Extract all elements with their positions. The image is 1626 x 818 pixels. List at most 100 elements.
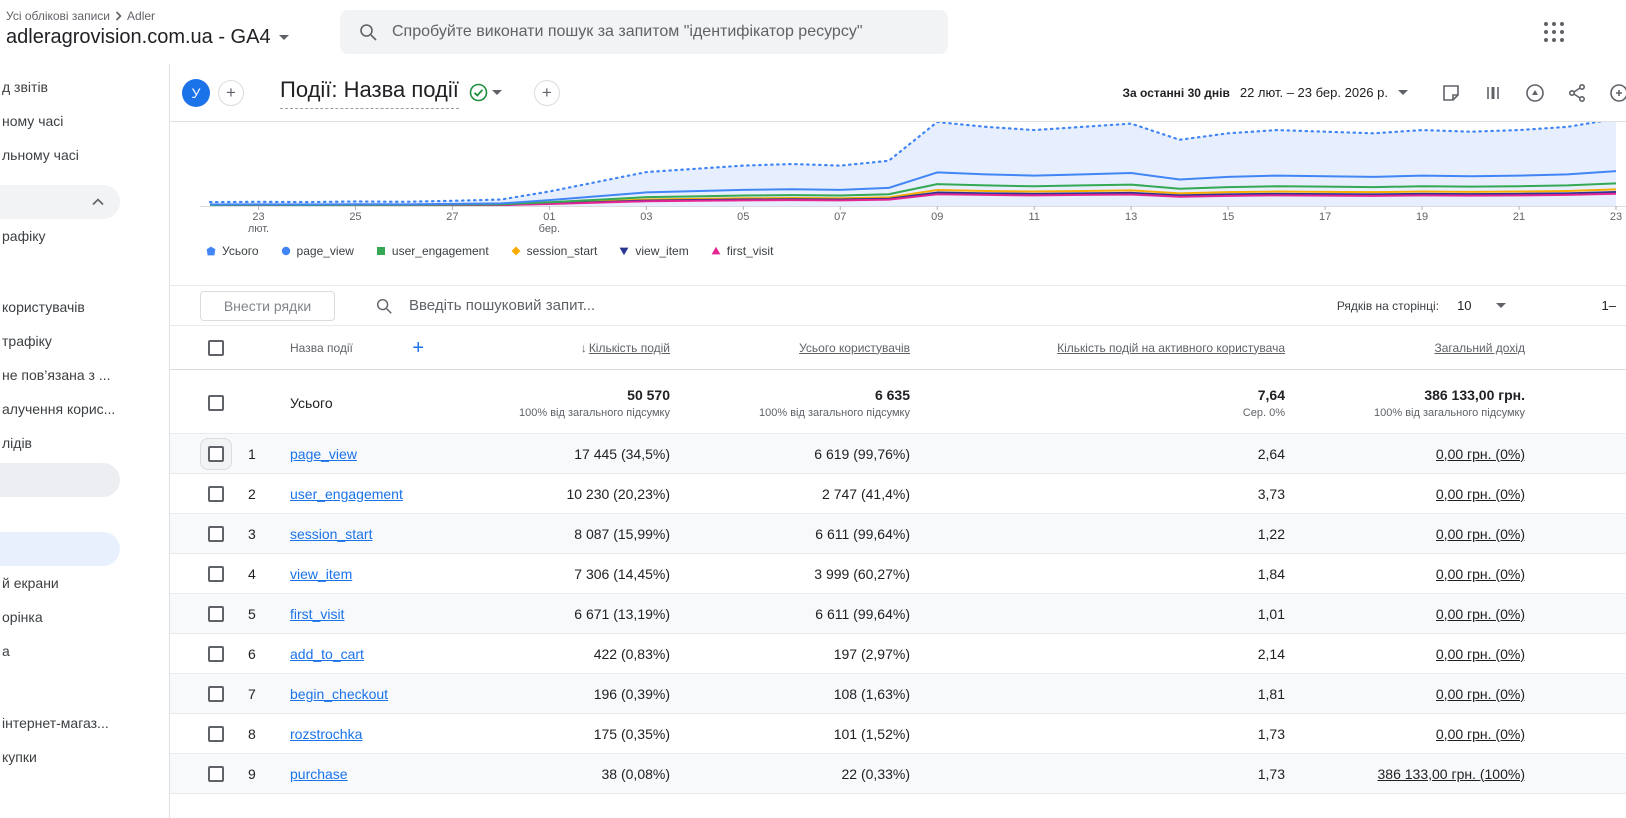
- event-name-link[interactable]: add_to_cart: [290, 646, 364, 662]
- sidebar-item[interactable]: не пов’язана з ...: [0, 358, 169, 392]
- row-checkbox[interactable]: [208, 686, 224, 702]
- edit-rows-button[interactable]: Внести рядки: [200, 291, 335, 321]
- svg-text:15: 15: [1222, 211, 1234, 223]
- table-search[interactable]: Введіть пошуковий запит...: [375, 297, 1337, 315]
- sidebar-item[interactable]: д звітів: [0, 70, 169, 104]
- legend-label: session_start: [527, 244, 598, 258]
- sidebar-item[interactable]: орінка: [0, 600, 169, 634]
- event-name-link[interactable]: purchase: [290, 766, 348, 782]
- check-circle-icon: [469, 83, 488, 102]
- cell-total-revenue[interactable]: 0,00 грн. (0%): [1436, 486, 1525, 502]
- legend-item[interactable]: user_engagement: [376, 244, 489, 258]
- apps-grid-icon[interactable]: [1544, 22, 1564, 42]
- column-header-event-count[interactable]: ↓Кількість подій: [581, 341, 670, 355]
- sidebar-item[interactable]: льному часі: [0, 138, 169, 172]
- event-name-link[interactable]: user_engagement: [290, 486, 403, 502]
- sidebar-item[interactable]: користувачів: [0, 290, 169, 324]
- edit-report-icon[interactable]: [1608, 82, 1626, 104]
- row-checkbox[interactable]: [208, 726, 224, 742]
- cell-total-users: 6 611 (99,64%): [815, 606, 910, 622]
- line-chart[interactable]: 23лют.252701бер.0305070911131517192123: [200, 122, 1626, 234]
- breadcrumb-root[interactable]: Усі облікові записи: [6, 9, 110, 23]
- legend-label: first_visit: [727, 244, 774, 258]
- sidebar-item[interactable]: [0, 463, 120, 497]
- column-header-events-per-user[interactable]: Кількість подій на активного користувача: [1057, 341, 1285, 355]
- column-header-total-users[interactable]: Усього користувачів: [799, 341, 910, 355]
- sidebar-item[interactable]: алучення корис...: [0, 392, 169, 426]
- table-row: 5 first_visit 6 671 (13,19%) 6 611 (99,6…: [170, 594, 1626, 634]
- row-checkbox[interactable]: [208, 566, 224, 582]
- event-name-link[interactable]: view_item: [290, 566, 352, 582]
- segment-avatar[interactable]: У: [182, 79, 210, 107]
- event-name-link[interactable]: session_start: [290, 526, 372, 542]
- cell-total-revenue[interactable]: 0,00 грн. (0%): [1436, 566, 1525, 582]
- row-checkbox[interactable]: [208, 766, 224, 782]
- legend-marker-square-icon: [376, 246, 386, 256]
- add-secondary-dimension-button[interactable]: +: [534, 80, 560, 106]
- cell-events-per-user: 1,73: [1258, 726, 1285, 742]
- cell-total-revenue[interactable]: 386 133,00 грн. (100%): [1378, 766, 1526, 782]
- legend-marker-diamond-icon: [511, 246, 521, 256]
- date-range-picker[interactable]: 22 лют. – 23 бер. 2026 р.: [1240, 85, 1388, 100]
- report-title[interactable]: Події: Назва події: [280, 77, 459, 109]
- cell-total-revenue[interactable]: 0,00 грн. (0%): [1436, 726, 1525, 742]
- add-column-icon[interactable]: +: [412, 338, 424, 358]
- comparison-bars-icon[interactable]: [1482, 82, 1504, 104]
- cell-total-users: 22 (0,33%): [842, 766, 910, 782]
- notes-icon[interactable]: [1440, 82, 1462, 104]
- breadcrumb-current[interactable]: Adler: [127, 9, 155, 23]
- row-checkbox[interactable]: [208, 446, 224, 462]
- legend-item[interactable]: view_item: [619, 244, 688, 258]
- account-switcher[interactable]: Усі облікові записи Adler adleragrovisio…: [6, 9, 289, 49]
- table-search-placeholder: Введіть пошуковий запит...: [409, 297, 595, 314]
- sidebar-item[interactable]: інтернет-магаз...: [0, 706, 169, 740]
- row-checkbox[interactable]: [208, 486, 224, 502]
- chevron-up-icon: [92, 198, 104, 206]
- sidebar-item[interactable]: купки: [0, 740, 169, 774]
- global-search[interactable]: Спробуйте виконати пошук за запитом "іде…: [340, 10, 948, 54]
- event-name-link[interactable]: first_visit: [290, 606, 344, 622]
- sidebar-item[interactable]: й екрани: [0, 566, 169, 600]
- row-number: 8: [234, 726, 274, 742]
- event-name-link[interactable]: begin_checkout: [290, 686, 388, 702]
- sidebar-item[interactable]: рафіку: [0, 219, 169, 253]
- totals-users-sub: 100% від загального підсумку: [759, 407, 910, 419]
- svg-text:11: 11: [1028, 211, 1039, 223]
- sidebar-item[interactable]: [0, 185, 120, 219]
- share-icon[interactable]: [1566, 82, 1588, 104]
- dimension-status-badge[interactable]: [469, 83, 502, 102]
- sidebar-item[interactable]: трафіку: [0, 324, 169, 358]
- sidebar-item[interactable]: ному часі: [0, 104, 169, 138]
- totals-event-count-sub: 100% від загального підсумку: [519, 407, 670, 419]
- cell-total-revenue[interactable]: 0,00 грн. (0%): [1436, 526, 1525, 542]
- legend-item[interactable]: Усього: [206, 244, 259, 258]
- cell-events-per-user: 1,01: [1258, 606, 1285, 622]
- event-name-link[interactable]: page_view: [290, 446, 357, 462]
- row-checkbox[interactable]: [208, 526, 224, 542]
- property-caret-icon[interactable]: [279, 35, 289, 40]
- legend-item[interactable]: page_view: [281, 244, 354, 258]
- event-name-link[interactable]: rozstrochka: [290, 726, 362, 742]
- cell-total-revenue[interactable]: 0,00 грн. (0%): [1436, 606, 1525, 622]
- select-all-checkbox[interactable]: [208, 340, 224, 356]
- sidebar-item[interactable]: [0, 532, 120, 566]
- cell-total-revenue[interactable]: 0,00 грн. (0%): [1436, 646, 1525, 662]
- totals-checkbox[interactable]: [208, 395, 224, 411]
- cell-total-revenue[interactable]: 0,00 грн. (0%): [1436, 446, 1525, 462]
- legend-marker-circle-icon: [281, 246, 291, 256]
- insights-icon[interactable]: [1524, 82, 1546, 104]
- legend-item[interactable]: first_visit: [711, 244, 774, 258]
- rows-per-page-caret-icon[interactable]: [1496, 303, 1506, 308]
- legend-item[interactable]: session_start: [511, 244, 598, 258]
- column-header-total-revenue[interactable]: Загальний дохід: [1434, 341, 1525, 355]
- cell-total-revenue[interactable]: 0,00 грн. (0%): [1436, 686, 1525, 702]
- add-comparison-button[interactable]: +: [218, 80, 244, 106]
- legend-label: view_item: [635, 244, 688, 258]
- row-checkbox[interactable]: [208, 606, 224, 622]
- date-caret-icon[interactable]: [1398, 90, 1408, 95]
- sidebar-item[interactable]: а: [0, 634, 169, 668]
- sidebar-item[interactable]: лідів: [0, 426, 169, 460]
- row-checkbox[interactable]: [208, 646, 224, 662]
- svg-text:21: 21: [1513, 211, 1525, 223]
- rows-per-page-value[interactable]: 10: [1457, 298, 1471, 313]
